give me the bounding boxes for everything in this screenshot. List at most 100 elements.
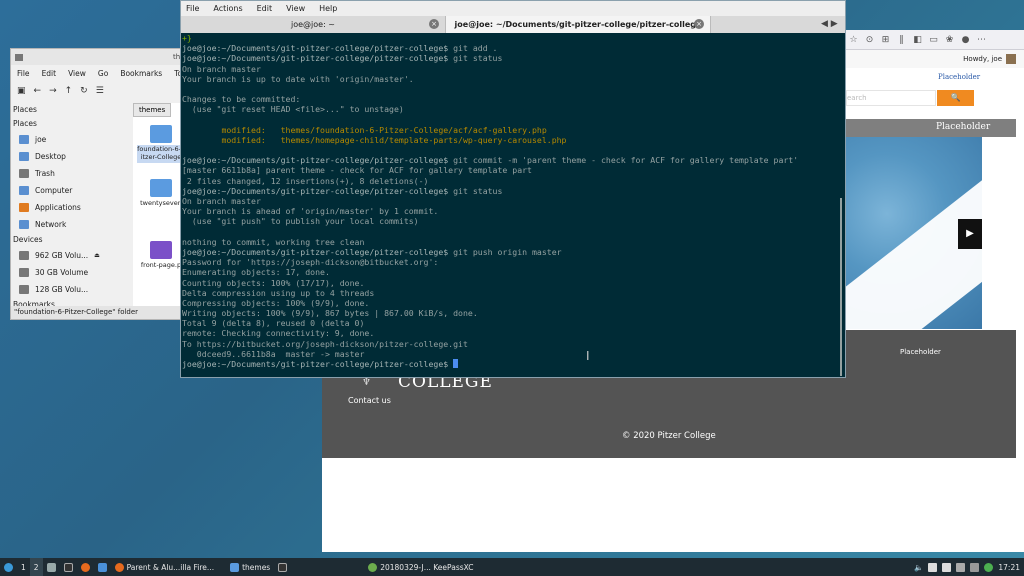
terminal-output[interactable]: +} joe@joe:~/Documents/git-pitzer-college… <box>181 33 833 378</box>
close-icon[interactable]: × <box>429 19 439 29</box>
nav-link[interactable]: Placeholder <box>938 73 980 81</box>
fm-menu-edit[interactable]: Edit <box>42 69 57 78</box>
file-item[interactable]: twentyseven <box>137 179 185 207</box>
bookmark-star-icon[interactable]: ☆ <box>848 35 859 45</box>
sidebar-item-volume-962[interactable]: 962 GB Volu... ⏏ <box>11 247 129 264</box>
pocket-icon[interactable]: ⊙ <box>864 35 875 45</box>
sidebar-item-joe[interactable]: joe <box>11 131 129 148</box>
admin-greeting[interactable]: Howdy, joe <box>963 55 1002 63</box>
launcher-terminal[interactable] <box>60 558 77 576</box>
avatar[interactable] <box>1006 54 1016 64</box>
screenshot-icon[interactable]: ▭ <box>928 35 939 45</box>
firefox-icon <box>80 562 90 572</box>
desktop-icon <box>19 152 29 161</box>
fm-menu-bookmarks[interactable]: Bookmarks <box>120 69 162 78</box>
term-menu-view[interactable]: View <box>286 4 305 13</box>
fm-menubar: File Edit View Go Bookmarks Tool <box>11 65 189 81</box>
output-text: Enumerating objects: 17, done. <box>182 267 330 278</box>
term-menu-file[interactable]: File <box>186 4 199 13</box>
modified-file-line: modified: themes/homepage-child/template… <box>182 134 567 145</box>
terminal-line: 2 files changed, 12 insertions(+), 8 del… <box>182 176 833 186</box>
fm-menu-file[interactable]: File <box>17 69 30 78</box>
launcher-files[interactable] <box>43 558 60 576</box>
folder-icon <box>230 562 240 572</box>
term-menu-edit[interactable]: Edit <box>257 4 273 13</box>
file-item[interactable]: foundation-6-Pitzer-College <box>137 125 185 163</box>
launcher-firefox[interactable] <box>77 558 94 576</box>
term-menu-help[interactable]: Help <box>319 4 337 13</box>
clock[interactable]: 17:21 <box>998 563 1020 572</box>
new-tab-icon[interactable]: ▣ <box>17 86 26 96</box>
terminal-line: modified: themes/foundation-6-Pitzer-Col… <box>182 125 833 135</box>
tab-pitzer-college[interactable]: joe@joe: ~/Documents/git-pitzer-college/… <box>446 16 711 33</box>
sidebar-item-network[interactable]: Network <box>11 216 129 233</box>
launcher-mail[interactable] <box>94 558 111 576</box>
clipboard-icon[interactable] <box>942 562 952 572</box>
account-icon[interactable]: ● <box>960 35 971 45</box>
folder-icon <box>150 125 172 143</box>
update-icon[interactable] <box>984 562 994 572</box>
search-input[interactable]: earch <box>846 90 936 106</box>
task-firefox[interactable]: Parent & Alu...illa Fire... <box>111 558 219 576</box>
library-icon[interactable]: ‖ <box>896 35 907 45</box>
up-icon[interactable]: ↑ <box>65 86 73 96</box>
tab-scroll-arrows[interactable]: ◀ ▶ <box>821 16 838 33</box>
start-menu-button[interactable] <box>0 558 17 576</box>
task-terminal[interactable] <box>274 558 364 576</box>
volume-icon[interactable]: 🔈 <box>914 563 923 572</box>
menu-icon[interactable]: ⋯ <box>976 35 987 45</box>
carousel-next-button[interactable]: ▶ <box>958 219 982 249</box>
shell-prompt: joe@joe:~/Documents/git-pitzer-college/p… <box>182 185 449 196</box>
list-view-icon[interactable]: ☰ <box>96 86 104 96</box>
keyboard-icon[interactable] <box>970 562 980 572</box>
output-text: Writing objects: 100% (9/9), 867 bytes |… <box>182 308 478 319</box>
forward-icon[interactable]: → <box>49 86 57 96</box>
sidebar-item-volume-128[interactable]: 128 GB Volu... <box>11 281 129 298</box>
taskbar: 1 2 Parent & Alu...illa Fire... themes 2… <box>0 558 1024 576</box>
term-scrollbar[interactable] <box>838 33 844 378</box>
extension-icon[interactable]: ❀ <box>944 35 955 45</box>
output-text: Your branch is up to date with 'origin/m… <box>182 73 414 84</box>
terminal-line: nothing to commit, working tree clean <box>182 237 833 247</box>
shell-prompt: joe@joe:~/Documents/git-pitzer-college/p… <box>182 246 449 257</box>
sidebar-item-computer[interactable]: Computer <box>11 182 129 199</box>
fm-menu-view[interactable]: View <box>68 69 86 78</box>
sidebar-item-trash[interactable]: Trash <box>11 165 129 182</box>
tab-themes[interactable]: themes <box>133 103 172 117</box>
keepassxc-icon <box>368 562 378 572</box>
contact-link[interactable]: Contact us <box>348 396 391 405</box>
network-icon[interactable] <box>956 562 966 572</box>
term-menu-actions[interactable]: Actions <box>213 4 242 13</box>
terminal-line: (use "git reset HEAD <file>..." to unsta… <box>182 104 833 114</box>
file-item[interactable]: front-page.p <box>137 241 185 269</box>
workspace-1[interactable]: 1 <box>17 558 30 576</box>
command-text: git push origin master <box>448 246 562 257</box>
terminal-line: Your branch is up to date with 'origin/m… <box>182 74 833 84</box>
task-files[interactable]: themes <box>226 558 274 576</box>
tab-home[interactable]: joe@joe: ~ × <box>181 16 446 33</box>
search-button[interactable]: 🔍 <box>937 90 974 106</box>
back-icon[interactable]: ← <box>34 86 42 96</box>
close-icon[interactable]: × <box>694 19 704 29</box>
sidebar-item-volume-30[interactable]: 30 GB Volume <box>11 264 129 281</box>
terminal-line: Your branch is ahead of 'origin/master' … <box>182 206 833 216</box>
fm-menu-go[interactable]: Go <box>98 69 108 78</box>
command-text: git add . <box>448 43 498 54</box>
sidebar-item-applications[interactable]: Applications <box>11 199 129 216</box>
task-keepassxc[interactable]: 20180329-J... KeePassXC <box>364 558 477 576</box>
fm-titlebar[interactable]: the <box>11 49 187 65</box>
eject-icon[interactable]: ⏏ <box>94 252 100 259</box>
terminal-line: +} <box>182 33 833 43</box>
downloads-icon[interactable]: ⊞ <box>880 35 891 45</box>
sidebar-item-desktop[interactable]: Desktop <box>11 148 129 165</box>
reload-icon[interactable]: ↻ <box>80 86 88 96</box>
notes-icon[interactable] <box>928 562 938 572</box>
workspace-2[interactable]: 2 <box>29 558 43 576</box>
home-icon <box>19 135 29 144</box>
places-dropdown[interactable]: Places <box>11 103 129 117</box>
scrollbar-thumb[interactable] <box>840 198 842 376</box>
php-file-icon <box>150 241 172 259</box>
tree-logo-icon: ♆ <box>362 377 371 388</box>
sidebar-icon[interactable]: ◧ <box>912 35 923 45</box>
